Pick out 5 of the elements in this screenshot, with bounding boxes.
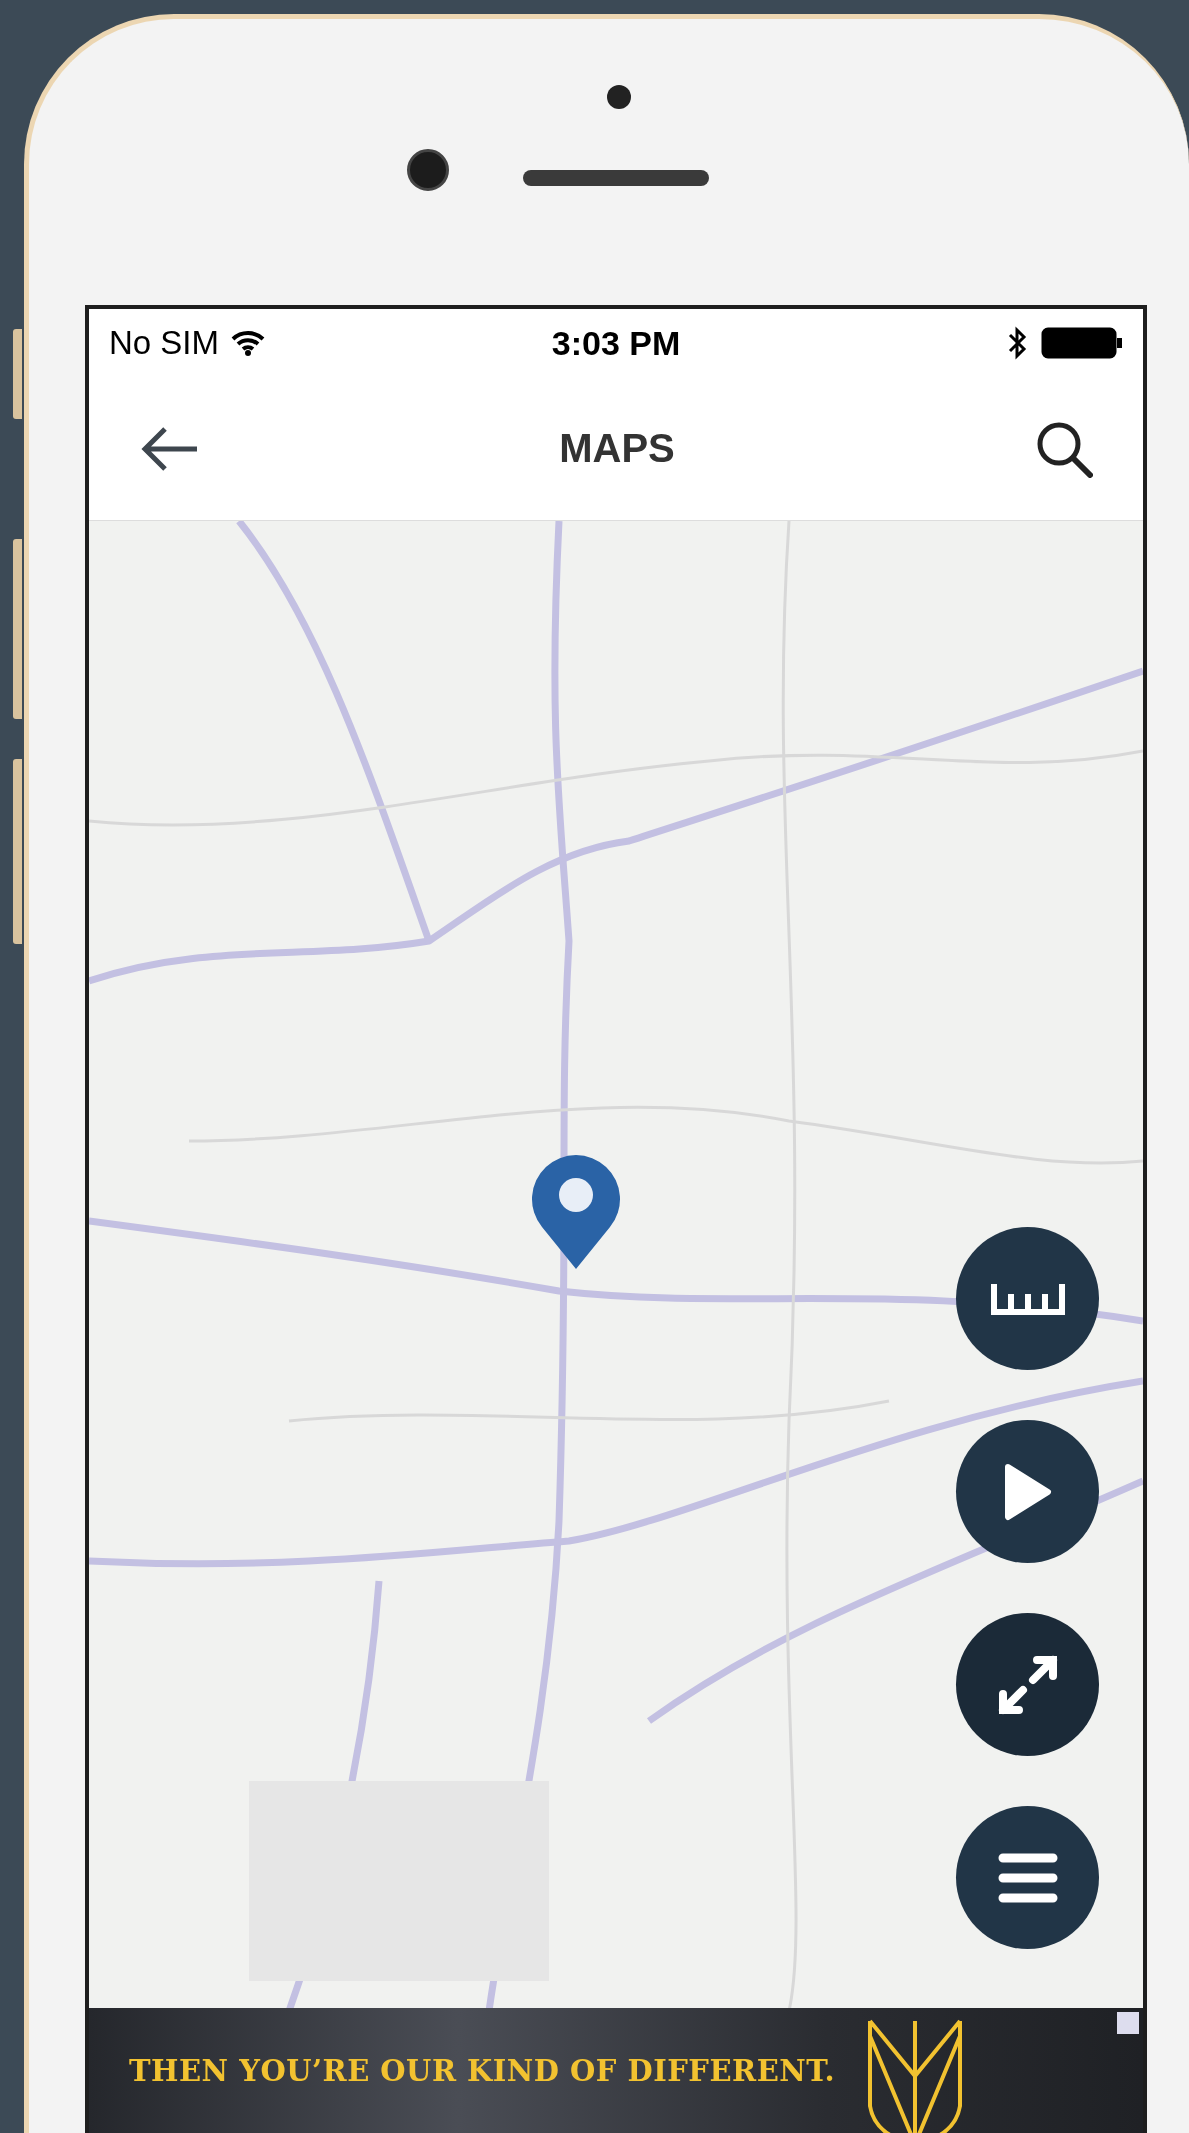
carrier-label: No SIM [109,324,220,362]
ad-text: THEN YOU’RE OUR KIND OF DIFFERENT. [129,2053,836,2088]
status-time: 3:03 PM [551,323,681,363]
page-title: MAPS [559,426,675,471]
ad-banner[interactable]: THEN YOU’RE OUR KIND OF DIFFERENT. [89,2008,1143,2133]
